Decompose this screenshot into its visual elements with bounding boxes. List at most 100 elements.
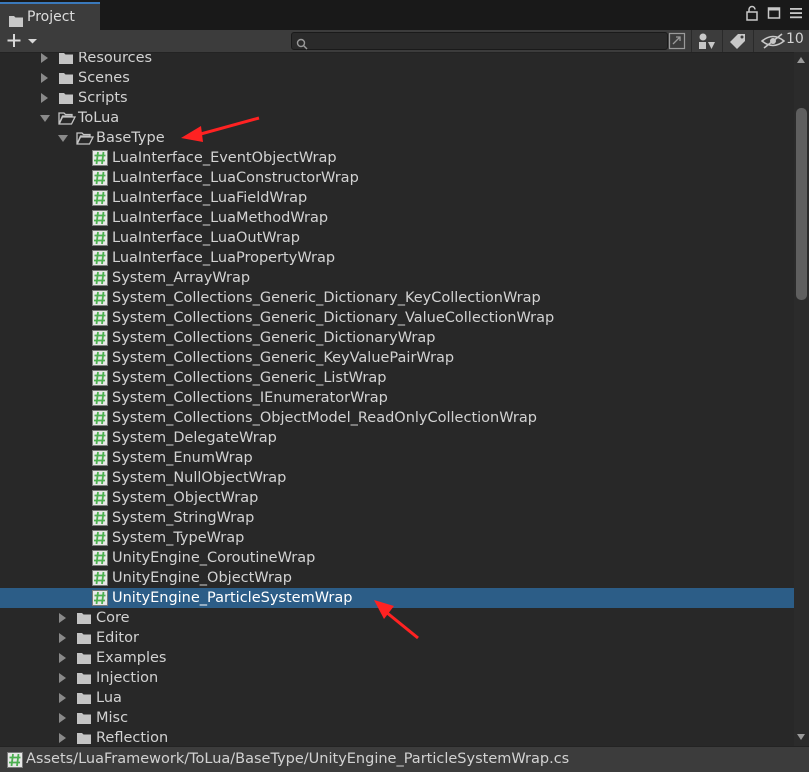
tree-item-label: Misc	[96, 710, 129, 726]
vertical-scrollbar[interactable]	[794, 52, 809, 746]
csharp-script-icon	[92, 170, 108, 186]
tree-file-system-arraywrap[interactable]: System_ArrayWrap	[0, 268, 794, 288]
tree-item-label: Resources	[78, 52, 153, 66]
tree-file-system-nullobjectwrap[interactable]: System_NullObjectWrap	[0, 468, 794, 488]
expand-arrow-right-icon[interactable]	[41, 93, 48, 103]
tree-file-system-typewrap[interactable]: System_TypeWrap	[0, 528, 794, 548]
tree-file-system-delegatewrap[interactable]: System_DelegateWrap	[0, 428, 794, 448]
csharp-script-icon	[92, 270, 108, 286]
tree-item-label: Examples	[96, 650, 167, 666]
lock-icon[interactable]	[745, 5, 759, 21]
create-button[interactable]	[6, 31, 42, 50]
folder-icon	[76, 710, 92, 726]
tree-item-label: System_ObjectWrap	[112, 490, 259, 506]
tree-item-label: Reflection	[96, 730, 169, 746]
tree-file-luainterface-eventobjectwrap[interactable]: LuaInterface_EventObjectWrap	[0, 148, 794, 168]
tree-file-system-collections-generic-dictionarywrap[interactable]: System_Collections_Generic_DictionaryWra…	[0, 328, 794, 348]
tree-folder-tolua[interactable]: ToLua	[0, 108, 794, 128]
tree-file-unityengine-coroutinewrap[interactable]: UnityEngine_CoroutineWrap	[0, 548, 794, 568]
tree-file-unityengine-particlesystemwrap[interactable]: UnityEngine_ParticleSystemWrap	[0, 588, 794, 608]
tree-file-unityengine-objectwrap[interactable]: UnityEngine_ObjectWrap	[0, 568, 794, 588]
scroll-down-arrow-icon[interactable]	[797, 734, 805, 740]
tree-file-system-collections-objectmodel-readonlycollectionwrap[interactable]: System_Collections_ObjectModel_ReadOnlyC…	[0, 408, 794, 428]
tree-file-luainterface-luafieldwrap[interactable]: LuaInterface_LuaFieldWrap	[0, 188, 794, 208]
folder-icon	[9, 12, 23, 31]
tree-file-system-collections-generic-dictionary-keycollectionwrap[interactable]: System_Collections_Generic_Dictionary_Ke…	[0, 288, 794, 308]
scroll-thumb[interactable]	[796, 108, 807, 300]
tree-file-system-objectwrap[interactable]: System_ObjectWrap	[0, 488, 794, 508]
search-by-type-icon[interactable]	[668, 32, 688, 50]
expand-arrow-right-icon[interactable]	[59, 653, 66, 663]
tree-item-label: LuaInterface_LuaMethodWrap	[112, 210, 329, 226]
tree-folder-basetype[interactable]: BaseType	[0, 128, 794, 148]
expand-arrow-right-icon[interactable]	[41, 53, 48, 63]
filter-by-label-icon[interactable]	[728, 32, 748, 50]
tree-item-label: LuaInterface_LuaFieldWrap	[112, 190, 308, 206]
tree-file-system-enumwrap[interactable]: System_EnumWrap	[0, 448, 794, 468]
expand-arrow-right-icon[interactable]	[59, 673, 66, 683]
more-options-icon[interactable]	[789, 5, 803, 21]
expand-arrow-right-icon[interactable]	[59, 713, 66, 723]
tree-file-luainterface-luapropertywrap[interactable]: LuaInterface_LuaPropertyWrap	[0, 248, 794, 268]
tree-file-luainterface-luamethodwrap[interactable]: LuaInterface_LuaMethodWrap	[0, 208, 794, 228]
tree-item-label: System_NullObjectWrap	[112, 470, 287, 486]
tree-item-label: Scenes	[78, 70, 130, 86]
csharp-script-icon	[92, 290, 108, 306]
tree-folder-editor[interactable]: Editor	[0, 628, 794, 648]
tree-file-luainterface-luaconstructorwrap[interactable]: LuaInterface_LuaConstructorWrap	[0, 168, 794, 188]
tree-file-system-collections-ienumeratorwrap[interactable]: System_Collections_IEnumeratorWrap	[0, 388, 794, 408]
tree-file-system-collections-generic-listwrap[interactable]: System_Collections_Generic_ListWrap	[0, 368, 794, 388]
folder-icon	[76, 730, 92, 746]
search-field[interactable]	[291, 32, 668, 50]
expand-arrow-right-icon[interactable]	[59, 733, 66, 743]
csharp-script-icon	[92, 250, 108, 266]
scroll-up-arrow-icon[interactable]	[797, 57, 805, 63]
tree-folder-core[interactable]: Core	[0, 608, 794, 628]
tree-folder-examples[interactable]: Examples	[0, 648, 794, 668]
hidden-packages-count: 10	[786, 31, 804, 47]
folder-icon	[76, 670, 92, 686]
tree-item-label: System_TypeWrap	[112, 530, 245, 546]
expand-arrow-right-icon[interactable]	[59, 633, 66, 643]
project-toolbar: 10	[0, 30, 809, 53]
expand-arrow-down-icon[interactable]	[58, 135, 68, 142]
csharp-script-icon	[92, 590, 108, 606]
tree-item-label: System_Collections_Generic_Dictionary_Ke…	[112, 290, 541, 306]
tree-folder-scripts[interactable]: Scripts	[0, 88, 794, 108]
tree-folder-injection[interactable]: Injection	[0, 668, 794, 688]
csharp-script-icon	[92, 330, 108, 346]
expand-arrow-right-icon[interactable]	[59, 613, 66, 623]
tree-file-system-stringwrap[interactable]: System_StringWrap	[0, 508, 794, 528]
window-controls	[745, 5, 803, 21]
maximize-icon[interactable]	[767, 5, 781, 21]
tree-item-label: System_Collections_Generic_ListWrap	[112, 370, 387, 386]
csharp-script-icon	[92, 470, 108, 486]
expand-arrow-down-icon[interactable]	[40, 115, 50, 122]
tree-folder-scenes[interactable]: Scenes	[0, 68, 794, 88]
tree-folder-resources[interactable]: Resources	[0, 52, 794, 68]
expand-arrow-right-icon[interactable]	[59, 693, 66, 703]
search-input[interactable]	[310, 33, 660, 49]
tree-item-label: System_EnumWrap	[112, 450, 253, 466]
tree-file-system-collections-generic-keyvaluepairwrap[interactable]: System_Collections_Generic_KeyValuePairW…	[0, 348, 794, 368]
tree-folder-misc[interactable]: Misc	[0, 708, 794, 728]
tab-project[interactable]: Project	[0, 2, 100, 30]
tree-item-label: System_ArrayWrap	[112, 270, 251, 286]
csharp-script-icon	[92, 490, 108, 506]
filter-by-type-icon[interactable]	[697, 32, 717, 50]
folder-icon	[58, 90, 74, 106]
csharp-script-icon	[92, 210, 108, 226]
script-icon	[7, 752, 23, 768]
tree-item-label: Injection	[96, 670, 159, 686]
csharp-script-icon	[92, 370, 108, 386]
folder-icon	[58, 52, 74, 66]
tree-file-luainterface-luaoutwrap[interactable]: LuaInterface_LuaOutWrap	[0, 228, 794, 248]
expand-arrow-right-icon[interactable]	[41, 73, 48, 83]
tree-item-label: Editor	[96, 630, 139, 646]
hidden-packages-icon[interactable]	[760, 32, 786, 50]
tree-folder-reflection[interactable]: Reflection	[0, 728, 794, 746]
tree-item-label: System_Collections_IEnumeratorWrap	[112, 390, 388, 406]
tree-file-system-collections-generic-dictionary-valuecollectionwrap[interactable]: System_Collections_Generic_Dictionary_Va…	[0, 308, 794, 328]
tree-folder-lua[interactable]: Lua	[0, 688, 794, 708]
tree-item-label: Lua	[96, 690, 122, 706]
